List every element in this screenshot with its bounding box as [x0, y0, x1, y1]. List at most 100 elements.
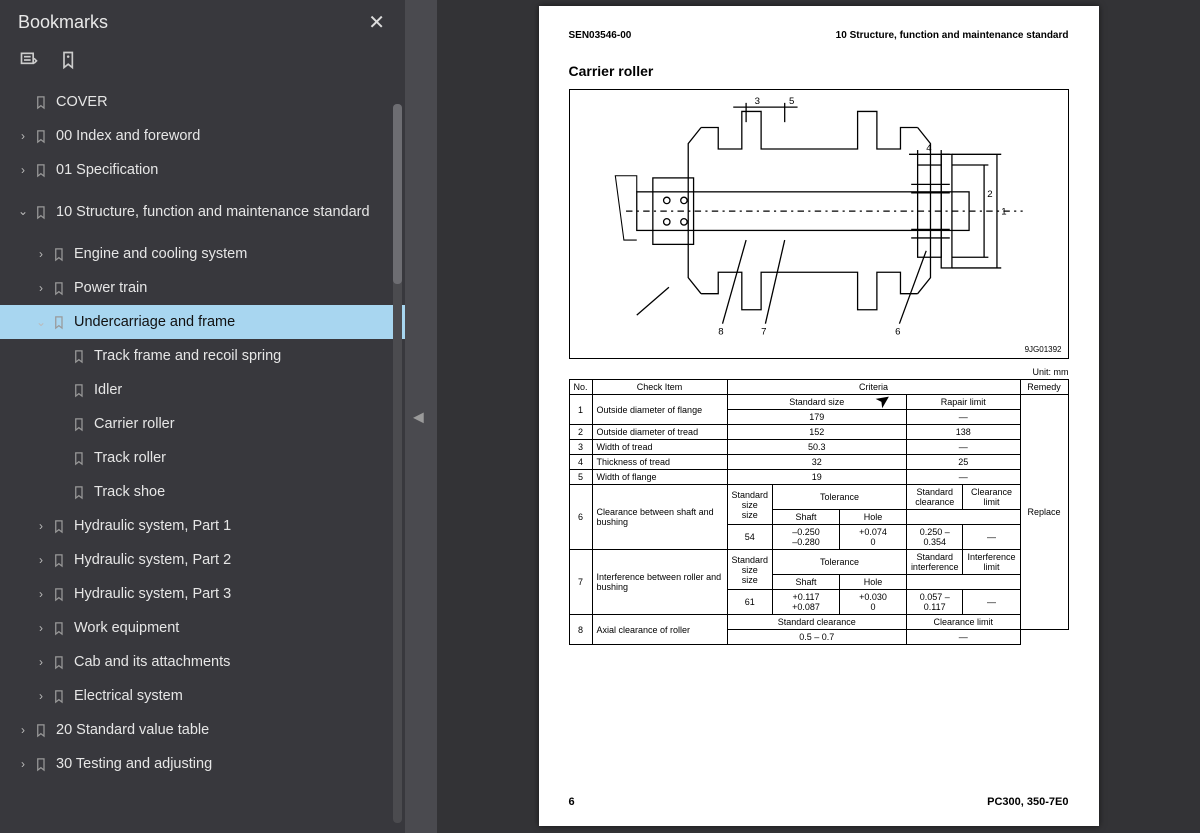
- sidebar-toolbar: [0, 43, 405, 79]
- bookmark-label: Track roller: [88, 450, 166, 466]
- expand-icon[interactable]: ›: [32, 247, 50, 261]
- bookmark-label: Hydraulic system, Part 3: [68, 586, 231, 602]
- bookmark-label: Hydraulic system, Part 1: [68, 518, 231, 534]
- svg-text:5: 5: [788, 96, 793, 107]
- bookmark-item[interactable]: ⌄ Undercarriage and frame: [0, 305, 405, 339]
- outline-options-icon[interactable]: [18, 49, 40, 71]
- bookmark-label: 00 Index and foreword: [50, 128, 200, 144]
- close-icon[interactable]: ✕: [362, 8, 391, 37]
- bookmark-item[interactable]: › Electrical system: [0, 679, 405, 713]
- bookmark-item[interactable]: Track frame and recoil spring: [0, 339, 405, 373]
- bookmark-item[interactable]: Idler: [0, 373, 405, 407]
- svg-text:4: 4: [926, 143, 932, 154]
- svg-text:2: 2: [987, 189, 992, 200]
- bookmark-icon: [70, 383, 88, 398]
- svg-text:6: 6: [895, 326, 900, 337]
- bookmark-label: Electrical system: [68, 688, 183, 704]
- bookmarks-sidebar: Bookmarks ✕ COVER›00 Index and foreword›…: [0, 0, 405, 833]
- collapse-handle-icon[interactable]: ◀: [413, 408, 424, 425]
- bookmark-label: COVER: [50, 94, 108, 110]
- bookmark-icon: [50, 519, 68, 534]
- bookmark-icon: [32, 205, 50, 220]
- document-viewport[interactable]: SEN03546-00 10 Structure, function and m…: [437, 0, 1200, 833]
- svg-text:8: 8: [718, 326, 723, 337]
- bookmark-icon: [70, 485, 88, 500]
- bookmark-icon: [32, 163, 50, 178]
- bookmark-icon: [32, 95, 50, 110]
- section-title: 10 Structure, function and maintenance s…: [836, 30, 1069, 41]
- bookmark-label: Track frame and recoil spring: [88, 348, 281, 364]
- bookmark-icon: [70, 417, 88, 432]
- bookmark-item[interactable]: › Hydraulic system, Part 3: [0, 577, 405, 611]
- doc-id: SEN03546-00: [569, 30, 632, 41]
- bookmark-item[interactable]: › Cab and its attachments: [0, 645, 405, 679]
- bookmark-item[interactable]: › 20 Standard value table: [0, 713, 405, 747]
- bookmark-icon: [50, 281, 68, 296]
- expand-icon[interactable]: ›: [32, 519, 50, 533]
- panel-gutter[interactable]: ◀: [405, 0, 437, 833]
- unit-label: Unit: mm: [569, 367, 1069, 377]
- bookmark-label: Engine and cooling system: [68, 246, 247, 262]
- bookmark-label: Idler: [88, 382, 122, 398]
- page-number: 6: [569, 796, 575, 808]
- pdf-page: SEN03546-00 10 Structure, function and m…: [539, 6, 1099, 826]
- expand-icon[interactable]: ›: [14, 163, 32, 177]
- bookmark-label: 30 Testing and adjusting: [50, 756, 212, 772]
- expand-icon[interactable]: ›: [14, 757, 32, 771]
- bookmark-item[interactable]: ⌄ 10 Structure, function and maintenance …: [0, 187, 405, 237]
- bookmark-icon: [70, 451, 88, 466]
- expand-icon[interactable]: ⌄: [32, 315, 50, 329]
- bookmark-icon: [50, 315, 68, 330]
- bookmark-item[interactable]: › 00 Index and foreword: [0, 119, 405, 153]
- bookmark-item[interactable]: Carrier roller: [0, 407, 405, 441]
- expand-icon[interactable]: ›: [14, 129, 32, 143]
- svg-text:3: 3: [754, 96, 759, 107]
- expand-icon[interactable]: ›: [32, 587, 50, 601]
- bookmark-label: 20 Standard value table: [50, 722, 209, 738]
- sidebar-scrollbar[interactable]: [393, 104, 402, 823]
- bookmark-label: Carrier roller: [88, 416, 175, 432]
- bookmark-icon: [50, 621, 68, 636]
- expand-icon[interactable]: ›: [32, 281, 50, 295]
- bookmark-item[interactable]: › Hydraulic system, Part 2: [0, 543, 405, 577]
- page-title: Carrier roller: [569, 63, 1069, 79]
- bookmark-label: 10 Structure, function and maintenance s…: [50, 203, 370, 222]
- bookmark-item[interactable]: › 01 Specification: [0, 153, 405, 187]
- expand-icon[interactable]: ›: [32, 553, 50, 567]
- bookmark-item[interactable]: Track roller: [0, 441, 405, 475]
- sidebar-header: Bookmarks ✕: [0, 0, 405, 43]
- bookmark-item[interactable]: COVER: [0, 85, 405, 119]
- bookmark-item[interactable]: Track shoe: [0, 475, 405, 509]
- bookmark-item[interactable]: › Hydraulic system, Part 1: [0, 509, 405, 543]
- expand-icon[interactable]: ⌄: [14, 204, 32, 220]
- bookmark-icon: [32, 723, 50, 738]
- bookmark-icon: [32, 129, 50, 144]
- model-number: PC300, 350-7E0: [987, 796, 1068, 808]
- bookmark-icon: [50, 655, 68, 670]
- bookmark-item[interactable]: › 30 Testing and adjusting: [0, 747, 405, 781]
- technical-drawing: 3 5 1 2 4 8 7 6 9JG0: [569, 89, 1069, 359]
- expand-icon[interactable]: ›: [14, 723, 32, 737]
- current-bookmark-icon[interactable]: [58, 49, 80, 71]
- svg-text:7: 7: [761, 326, 766, 337]
- bookmark-icon: [50, 689, 68, 704]
- expand-icon[interactable]: ›: [32, 655, 50, 669]
- page-header: SEN03546-00 10 Structure, function and m…: [569, 30, 1069, 41]
- bookmark-icon: [50, 247, 68, 262]
- scrollbar-thumb[interactable]: [393, 104, 402, 284]
- expand-icon[interactable]: ›: [32, 689, 50, 703]
- bookmark-item[interactable]: › Engine and cooling system: [0, 237, 405, 271]
- bookmark-label: Work equipment: [68, 620, 179, 636]
- bookmark-icon: [50, 553, 68, 568]
- bookmark-label: Cab and its attachments: [68, 654, 230, 670]
- bookmark-label: Hydraulic system, Part 2: [68, 552, 231, 568]
- sidebar-title: Bookmarks: [18, 12, 108, 33]
- bookmark-tree[interactable]: COVER › 00 Index and foreword › 01 Specifica…: [0, 79, 405, 833]
- expand-icon[interactable]: ›: [32, 621, 50, 635]
- bookmark-item[interactable]: ›Power train: [0, 271, 405, 305]
- figure-id: 9JG01392: [1025, 345, 1062, 354]
- bookmark-item[interactable]: › Work equipment: [0, 611, 405, 645]
- bookmark-icon: [50, 587, 68, 602]
- bookmark-label: 01 Specification: [50, 162, 158, 178]
- bookmark-label: Undercarriage and frame: [68, 314, 235, 330]
